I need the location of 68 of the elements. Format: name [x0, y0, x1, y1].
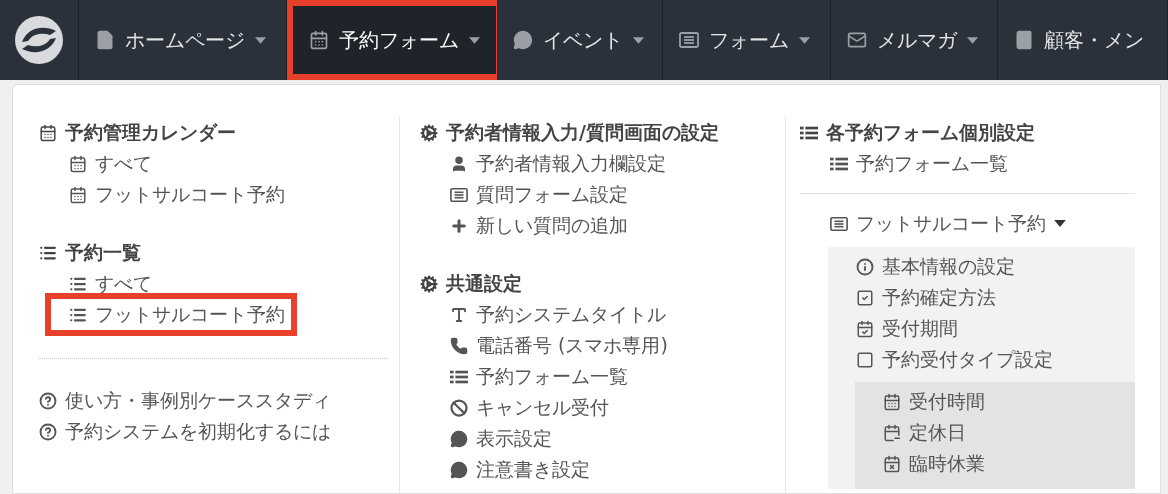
help-icon — [39, 422, 57, 441]
square-icon — [856, 350, 874, 369]
menu-link[interactable]: 予約フォーム一覧 — [800, 148, 1135, 179]
section-heading: 各予約フォーム個別設定 — [826, 120, 1035, 146]
settings-icon — [420, 123, 438, 142]
menu-link[interactable]: 予約受付タイプ設定 — [828, 344, 1135, 375]
calendar-icon — [69, 185, 87, 204]
nav-tab[interactable]: 顧客・メン — [998, 0, 1168, 80]
menu-link[interactable]: すべて — [69, 148, 373, 179]
nav-tab[interactable]: ホームページ — [78, 0, 287, 80]
caret-icon — [468, 36, 480, 44]
caret-icon — [798, 36, 810, 44]
user-icon — [450, 154, 468, 173]
section-heading: 予約者情報入力/質問画面の設定 — [446, 120, 719, 146]
speech-bubble-icon — [450, 460, 468, 479]
help-icon — [39, 391, 57, 410]
calendar-icon — [69, 154, 87, 173]
menu-link[interactable]: 予約システムタイトル — [450, 299, 759, 330]
form-icon — [678, 30, 699, 50]
speech-bubble-icon — [450, 429, 468, 448]
calendar-x-icon — [883, 454, 901, 473]
section-heading: 共通設定 — [446, 271, 522, 297]
menu-link[interactable]: 質問フォーム設定 — [450, 179, 759, 210]
help-link[interactable]: 予約システムを初期化するには — [39, 416, 373, 447]
menu-link[interactable]: 注意書き設定 — [450, 454, 759, 485]
menu-link[interactable]: 予約確定方法 — [828, 282, 1135, 313]
menu-link[interactable]: 予約フォーム一覧 — [450, 361, 759, 392]
help-link[interactable]: 使い方・事例別ケーススタディ — [39, 385, 373, 416]
checkbox-icon — [856, 288, 874, 307]
nav-tab[interactable]: フォーム — [662, 0, 831, 80]
calendar-minus-icon — [883, 423, 901, 442]
menu-link[interactable]: キャンセル受付 — [450, 392, 759, 423]
form-dropdown-toggle[interactable]: フットサルコート予約 — [800, 208, 1135, 239]
nav-tab[interactable]: イベント — [496, 0, 663, 80]
menu-link[interactable]: 予約者情報入力欄設定 — [450, 148, 759, 179]
ban-icon — [450, 398, 468, 417]
form-icon — [830, 214, 848, 233]
calendar-icon — [883, 392, 901, 411]
caret-icon — [254, 36, 266, 44]
settings-icon — [420, 274, 438, 293]
nav-tab[interactable]: メルマガ — [830, 0, 998, 80]
section-heading: 予約一覧 — [65, 240, 141, 266]
menu-link[interactable]: 基本情報の設定 — [828, 251, 1135, 282]
calendar-icon — [308, 30, 329, 50]
mail-icon — [846, 30, 867, 50]
calendar-check-icon — [856, 319, 874, 338]
menu-link[interactable]: 電話番号 (スマホ専用) — [450, 330, 759, 361]
caret-icon — [632, 36, 644, 44]
phone-icon — [450, 336, 468, 355]
calendar-icon — [39, 123, 57, 142]
info-icon — [856, 257, 874, 276]
menu-link[interactable]: フットサルコート予約 — [45, 293, 297, 336]
menu-link[interactable]: 定休日 — [855, 417, 1135, 448]
caret-icon — [1054, 220, 1066, 227]
menu-link[interactable]: 表示設定 — [450, 423, 759, 454]
menu-link[interactable]: 臨時休業 — [855, 448, 1135, 479]
section-heading: 予約管理カレンダー — [65, 120, 236, 146]
logo-icon — [13, 15, 64, 65]
speech-bubble-icon — [512, 30, 533, 50]
form-icon — [450, 185, 468, 204]
menu-link[interactable]: 受付時間 — [855, 386, 1135, 417]
menu-link[interactable]: フットサルコート予約 — [69, 179, 373, 210]
caret-icon — [966, 36, 978, 44]
menu-link[interactable]: 新しい質問の追加 — [450, 210, 759, 241]
letter-icon — [450, 305, 468, 324]
menu-link[interactable]: 受付期間 — [828, 313, 1135, 344]
plus-icon — [450, 216, 468, 235]
nav-tab[interactable]: 予約フォーム — [286, 0, 497, 80]
